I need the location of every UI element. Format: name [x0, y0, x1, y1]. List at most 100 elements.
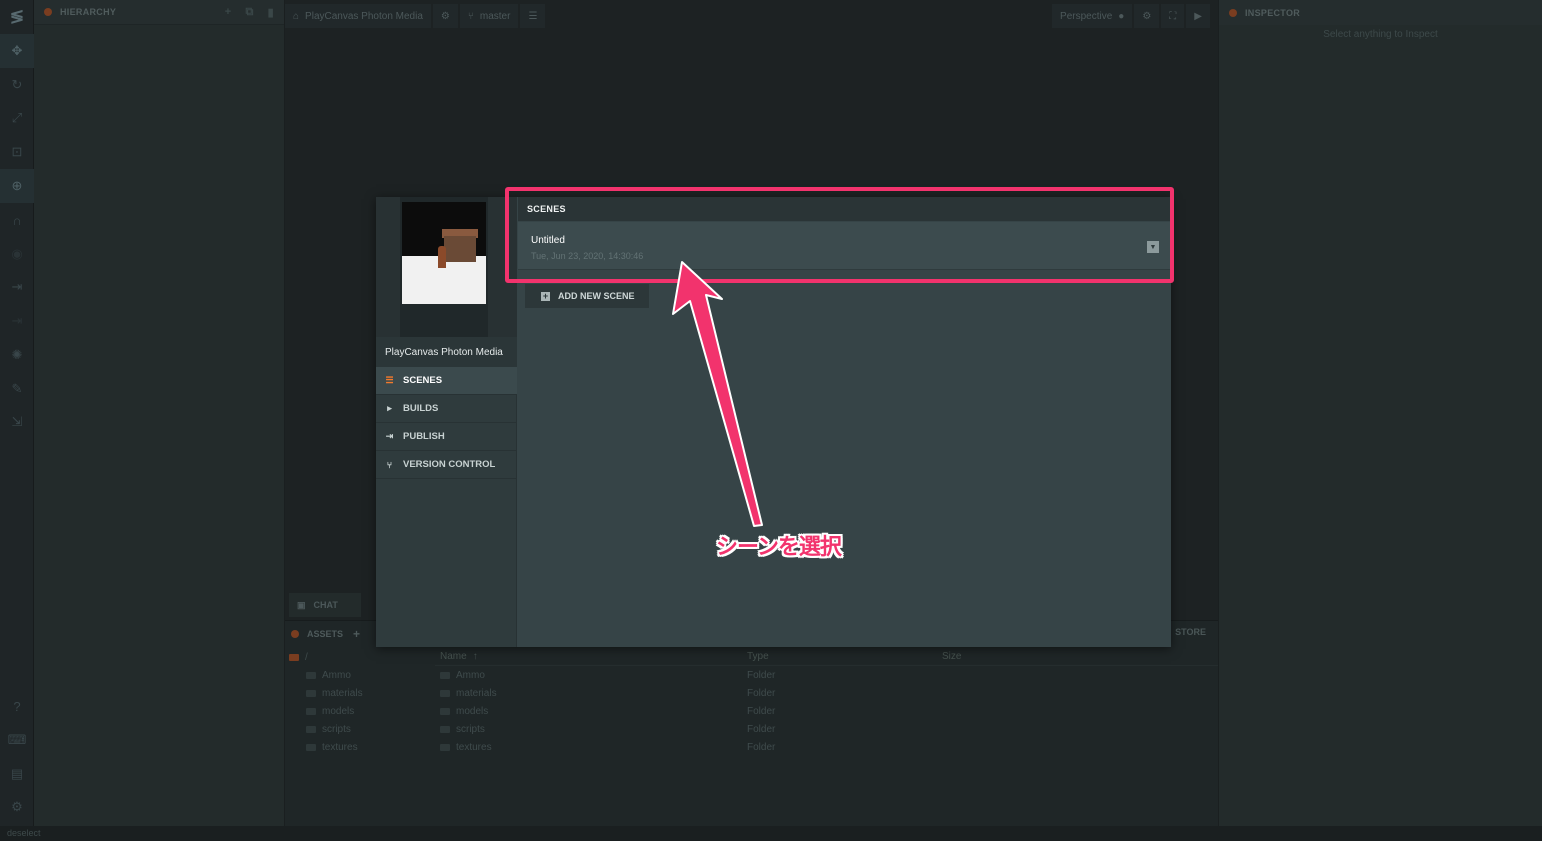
table-row[interactable]: materials Folder	[435, 684, 1218, 702]
folder-icon	[440, 689, 450, 697]
add-entity-icon[interactable]: +	[225, 6, 232, 19]
tree-item[interactable]: models	[285, 702, 435, 720]
publish-icon: ⇥	[385, 431, 394, 441]
branch-icon: ⑂	[467, 10, 474, 22]
tree-item-label: materials	[322, 687, 363, 699]
branch-icon: ⑂	[386, 459, 393, 470]
tree-root[interactable]: /	[285, 648, 435, 666]
folder-icon	[306, 743, 316, 751]
thumb-character	[438, 246, 446, 268]
row-name: textures	[456, 741, 492, 753]
nav-builds[interactable]: ▸ BUILDS	[376, 395, 517, 423]
launch-button[interactable]: ▶	[1186, 4, 1210, 28]
panel-collapse-icon[interactable]	[291, 629, 299, 638]
help-icon[interactable]: ?	[0, 689, 34, 723]
folder-icon	[306, 689, 316, 697]
nav-label: VERSION CONTROL	[403, 459, 496, 470]
tree-item[interactable]: materials	[285, 684, 435, 702]
add-new-scene-button[interactable]: + ADD NEW SCENE	[525, 284, 649, 308]
annotation-highlight-box	[505, 187, 1174, 283]
fullscreen-button[interactable]: ⛶	[1161, 4, 1185, 28]
type-column-header[interactable]: Type	[747, 651, 942, 662]
name-column-header[interactable]: Name ↑	[435, 651, 747, 662]
home-icon: ⌂	[293, 10, 300, 22]
status-bar: deselect	[0, 826, 1542, 841]
annotation-callout: シーンを選択	[716, 535, 842, 560]
nav-label: BUILDS	[403, 403, 439, 414]
table-row[interactable]: textures Folder	[435, 738, 1218, 756]
resize-icon[interactable]: ⊡	[0, 135, 34, 169]
playcanvas-logo-icon[interactable]: ≶	[0, 0, 34, 34]
launch-alt-icon[interactable]: ⇥	[0, 304, 34, 338]
keyboard-icon[interactable]: ⌨	[0, 723, 34, 757]
chat-icon[interactable]: ▤	[0, 757, 34, 791]
inspector-empty-text: Select anything to Inspect	[1323, 29, 1438, 40]
settings-icon[interactable]: ⚙	[0, 790, 34, 824]
sort-arrow-icon: ↑	[472, 651, 478, 662]
table-row[interactable]: models Folder	[435, 702, 1218, 720]
code-editor-icon[interactable]: ✎	[0, 372, 34, 406]
thumb-scene	[402, 202, 486, 304]
caret-right-icon: ▸	[387, 403, 392, 413]
project-button[interactable]: ⌂ PlayCanvas Photon Media	[285, 4, 431, 28]
plus-icon: +	[541, 290, 550, 301]
fullscreen-icon: ⛶	[1169, 10, 1177, 22]
nav-scenes[interactable]: ☰ SCENES	[376, 367, 517, 395]
folder-icon	[306, 707, 316, 715]
nav-version-control[interactable]: ⑂ VERSION CONTROL	[376, 451, 517, 479]
render-settings-button[interactable]: ⚙	[1134, 4, 1160, 28]
size-column-header[interactable]: Size	[942, 651, 1042, 662]
rotate-icon[interactable]: ↻	[0, 68, 34, 102]
translate-icon[interactable]: ✥	[0, 34, 34, 68]
folder-icon	[440, 671, 450, 679]
world-icon[interactable]: ⊕	[0, 169, 34, 203]
add-new-scene-label: ADD NEW SCENE	[558, 291, 635, 301]
tree-item[interactable]: textures	[285, 738, 435, 756]
store-button[interactable]: STORE	[1175, 627, 1206, 637]
panel-collapse-icon[interactable]	[44, 8, 52, 16]
folder-icon	[440, 743, 450, 751]
chat-label: CHAT	[313, 600, 338, 610]
duplicate-icon[interactable]: ⧉	[245, 6, 253, 19]
inspector-title: INSPECTOR	[1245, 7, 1301, 18]
branch-label: master	[479, 10, 511, 22]
modal-sidebar: PlayCanvas Photon Media ☰ SCENES ▸ BUILD…	[376, 197, 517, 647]
inspector-panel: INSPECTOR Select anything to Inspect	[1218, 0, 1542, 826]
scenes-list-button[interactable]: ☰	[520, 4, 546, 28]
tree-item-label: textures	[322, 741, 358, 753]
folder-icon	[306, 725, 316, 733]
tree-item[interactable]: Ammo	[285, 666, 435, 684]
thumb-hierarchy	[376, 197, 400, 337]
camera-label: Perspective	[1060, 10, 1113, 22]
publish-icon[interactable]: ⇲	[0, 405, 34, 439]
tree-item-label: Ammo	[322, 669, 351, 681]
project-settings-button[interactable]: ⚙	[432, 4, 458, 28]
eye-icon[interactable]: ◉	[0, 237, 34, 271]
camera-select[interactable]: Perspective ●	[1052, 4, 1133, 28]
launch-icon[interactable]: ⇥	[0, 270, 34, 304]
hierarchy-header: HIERARCHY + ⧉ ▮	[34, 0, 284, 25]
chat-widget[interactable]: ▣ CHAT	[289, 593, 361, 617]
scale-icon[interactable]: ⤢	[0, 101, 34, 135]
light-icon[interactable]: ✺	[0, 338, 34, 372]
assets-title: ASSETS	[307, 628, 344, 639]
playcanvas-editor: ≶ ✥ ↻ ⤢ ⊡ ⊕ ∩ ◉ ⇥ ⇥ ✺ ✎ ⇲ ? ⌨ ▤ ⚙ HIERAR…	[0, 0, 1542, 841]
table-row[interactable]: scripts Folder	[435, 720, 1218, 738]
add-asset-icon[interactable]: +	[353, 627, 360, 641]
tree-item-label: scripts	[322, 723, 351, 735]
branch-button[interactable]: ⑂ master	[459, 4, 519, 28]
list-icon: ☰	[528, 10, 538, 22]
table-row[interactable]: Ammo Folder	[435, 666, 1218, 684]
nav-label: SCENES	[403, 375, 443, 386]
delete-icon[interactable]: ▮	[268, 6, 274, 19]
row-type: Folder	[747, 687, 776, 699]
magnet-icon[interactable]: ∩	[0, 203, 34, 237]
tree-item-label: models	[322, 705, 355, 717]
panel-collapse-icon[interactable]	[1229, 8, 1237, 17]
nav-publish[interactable]: ⇥ PUBLISH	[376, 423, 517, 451]
project-name: PlayCanvas Photon Media	[376, 337, 517, 367]
row-name: models	[456, 705, 489, 717]
tree-item[interactable]: scripts	[285, 720, 435, 738]
gear-icon: ⚙	[440, 10, 450, 22]
viewport-toolbar: ⌂ PlayCanvas Photon Media ⚙ ⑂ master ☰	[285, 4, 546, 28]
